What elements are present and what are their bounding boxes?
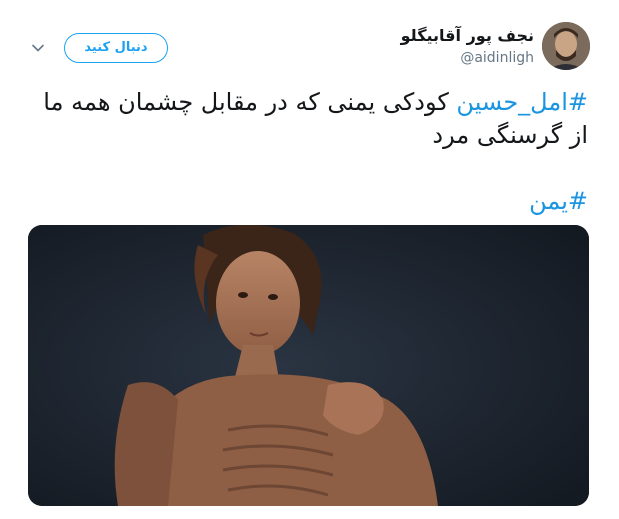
tweet-paragraph: #امل_حسین کودکی یمنی که در مقابل چشمان ه…: [28, 86, 588, 152]
chevron-down-icon[interactable]: [30, 40, 46, 56]
tweet-photo[interactable]: [28, 225, 589, 506]
author-handle[interactable]: @aidinligh: [460, 50, 534, 66]
tweet-paragraph: #یمن: [28, 185, 588, 218]
follow-button[interactable]: دنبال کنید: [64, 33, 168, 63]
tweet-card: نجف پور آقابیگلو @aidinligh دنبال کنید #…: [0, 0, 619, 519]
author-display-name[interactable]: نجف پور آقابیگلو: [401, 26, 534, 45]
avatar-photo-icon: [542, 22, 590, 70]
author-avatar[interactable]: [542, 22, 590, 70]
hashtag-link[interactable]: #امل_حسین: [456, 88, 588, 116]
child-photo-image: [28, 225, 589, 506]
tweet-text: #امل_حسین کودکی یمنی که در مقابل چشمان ه…: [28, 86, 588, 218]
hashtag-link[interactable]: #یمن: [529, 187, 588, 215]
